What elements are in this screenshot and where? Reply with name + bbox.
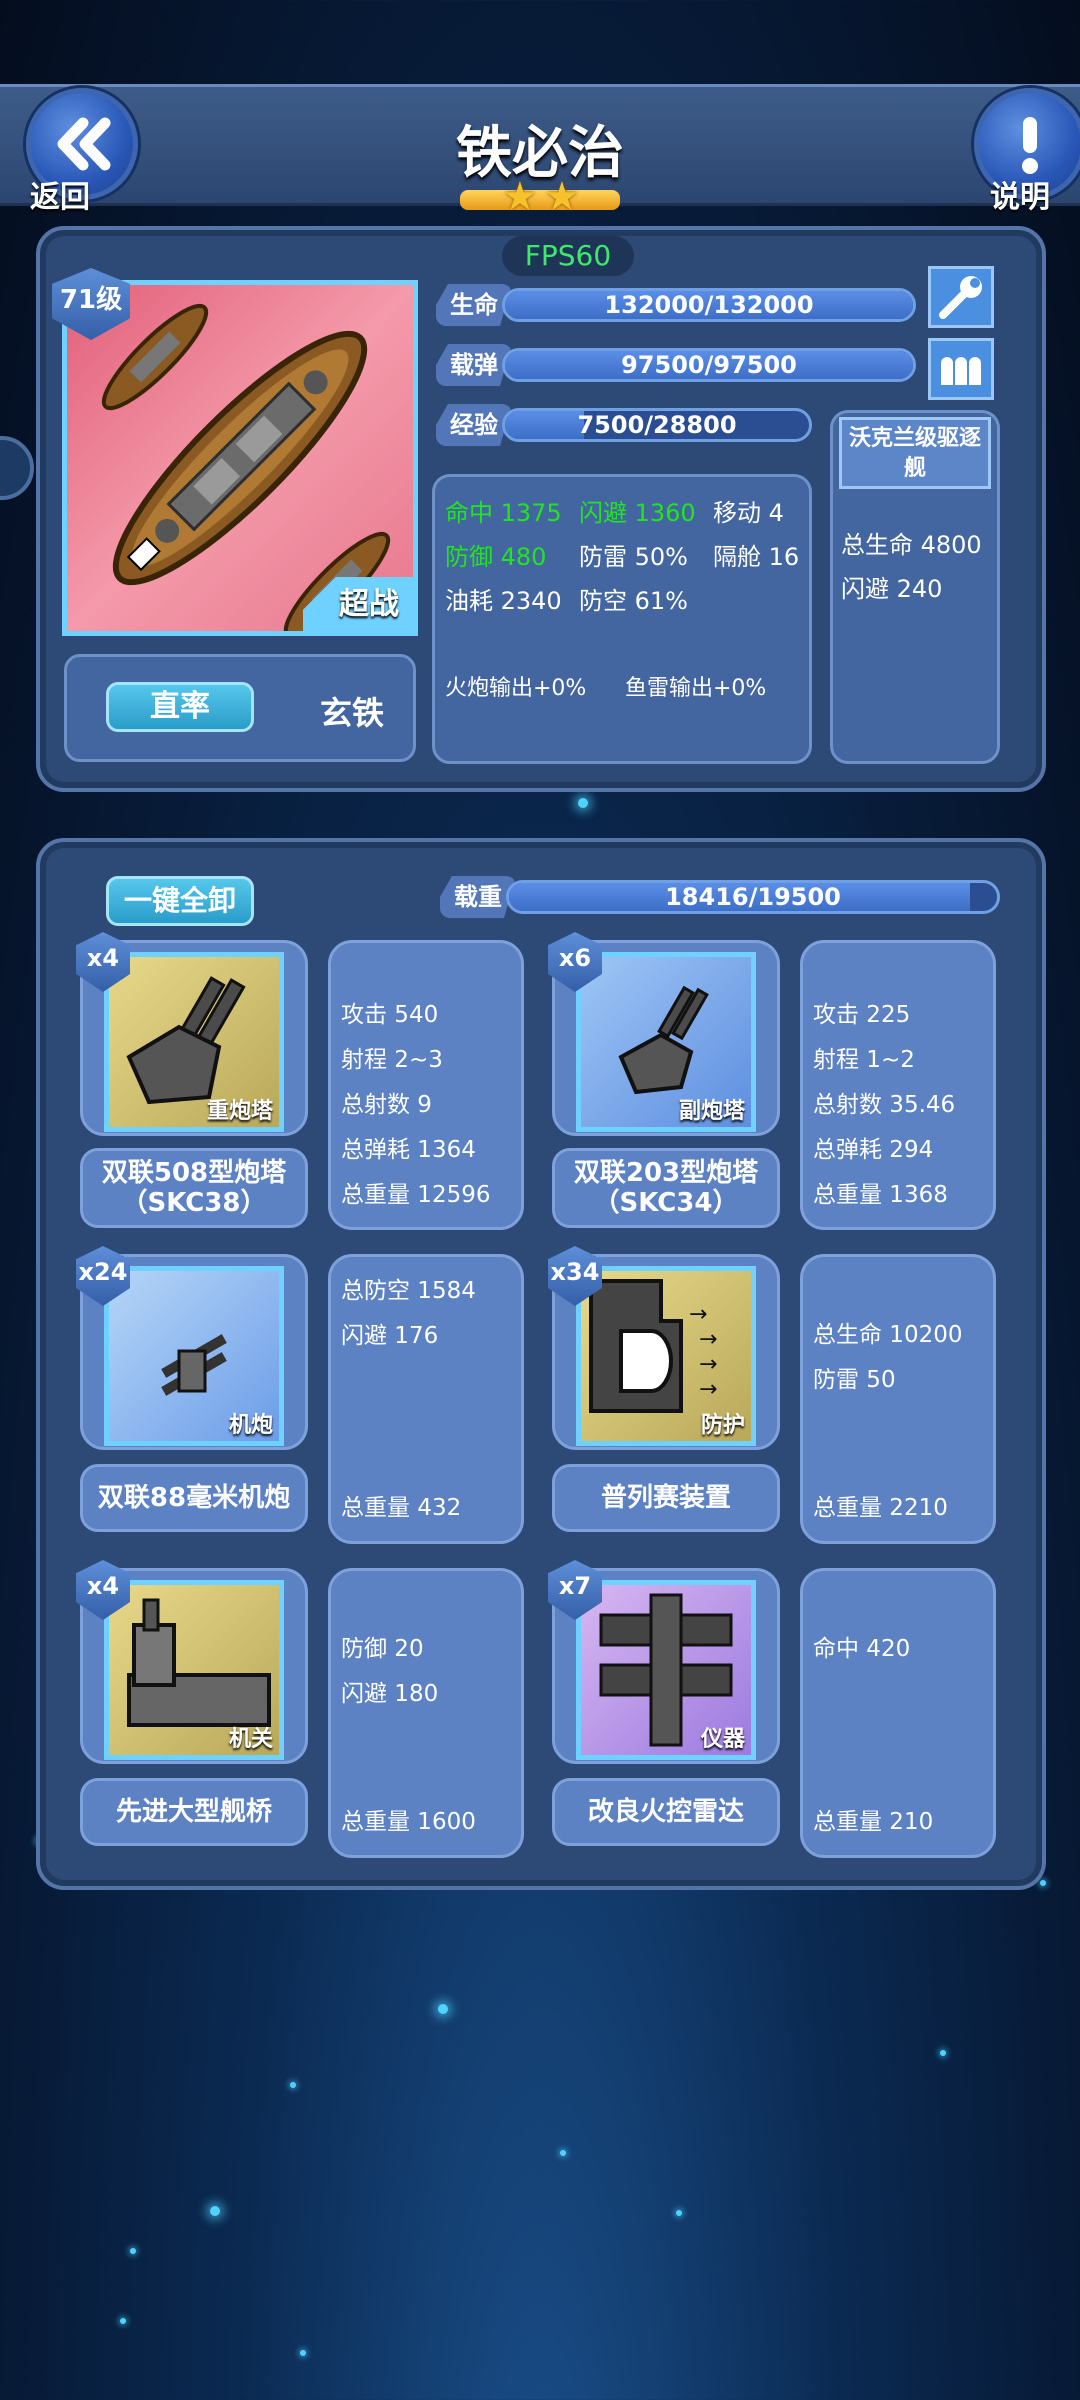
- ammo-label: 载弹: [436, 344, 512, 386]
- exp-bar: 7500/28800: [502, 408, 812, 442]
- item-name: 双联508型炮塔（SKC38）: [80, 1148, 308, 1228]
- equipment-slot[interactable]: 机炮 x24: [76, 1246, 308, 1450]
- stat-anti-air: 防空 61%: [579, 587, 688, 615]
- equipment-slot[interactable]: → → → → 防护 x34: [548, 1246, 780, 1450]
- material-label: 玄铁: [320, 694, 385, 732]
- help-label: 说明: [990, 180, 1050, 215]
- hp-bar: 132000/132000: [502, 288, 916, 322]
- svg-text:→: →: [699, 1327, 717, 1352]
- stat-move: 移动 4: [713, 499, 784, 527]
- item-name: 普列赛装置: [552, 1464, 780, 1532]
- ship-portrait[interactable]: 超战: [62, 280, 418, 636]
- equipment-slot[interactable]: 机关 x4: [76, 1560, 308, 1764]
- hp-bar-row: 生命 132000/132000: [436, 284, 916, 326]
- item-stats-card: 攻击 225 射程 1~2 总射数 35.46 总弹耗 294 总重量 1368: [800, 940, 996, 1230]
- rarity-label: 超战: [339, 587, 399, 622]
- stat-evasion: 闪避 1360: [579, 499, 696, 527]
- escort-box: 沃克兰级驱逐舰 总生命 4800 闪避 240: [830, 410, 1000, 764]
- svg-text:→: →: [689, 1302, 707, 1327]
- escort-name-button[interactable]: 沃克兰级驱逐舰: [839, 417, 991, 489]
- svg-text:→: →: [699, 1377, 717, 1402]
- back-label: 返回: [30, 180, 90, 215]
- hp-label: 生命: [436, 284, 512, 326]
- stat-compartment: 隔舱 16: [713, 543, 800, 571]
- stat-hit: 命中 1375: [445, 499, 562, 527]
- stat-fuel: 油耗 2340: [445, 587, 562, 615]
- aa-gun-image: 机炮: [104, 1266, 284, 1446]
- page-title: 铁必治: [456, 121, 624, 186]
- star-icon: ★: [544, 174, 580, 220]
- stat-defense: 防御 480: [445, 543, 547, 571]
- item-stats-card: 防御 20 闪避 180 总重量 1600: [328, 1568, 524, 1858]
- item-name: 双联203型炮塔（SKC34）: [552, 1148, 780, 1228]
- item-name: 双联88毫米机炮: [80, 1464, 308, 1532]
- escort-hp: 总生命 4800: [841, 531, 982, 559]
- help-button[interactable]: 说明: [960, 88, 1080, 215]
- ammo-button[interactable]: [928, 338, 994, 400]
- hp-value: 132000/132000: [604, 291, 814, 319]
- ammo-bar: 97500/97500: [502, 348, 916, 382]
- capacity-bar: 18416/19500: [506, 880, 1000, 914]
- back-button[interactable]: 返回: [16, 88, 146, 215]
- radar-image: 仪器: [576, 1580, 756, 1760]
- item-stats-card: 攻击 540 射程 2~3 总射数 9 总弹耗 1364 总重量 12596: [328, 940, 524, 1230]
- item-name: 改良火控雷达: [552, 1778, 780, 1846]
- svg-text:→: →: [699, 1352, 717, 1377]
- capacity-row: 载重 18416/19500: [440, 876, 1000, 918]
- star-rating-bar: [460, 190, 620, 210]
- bridge-image: 机关: [104, 1580, 284, 1760]
- stats-box: 命中 1375 闪避 1360 移动 4 防御 480 防雷 50% 隔舱 16…: [432, 474, 812, 764]
- equipment-slot[interactable]: 仪器 x7: [548, 1560, 780, 1764]
- wrench-icon: [939, 276, 982, 319]
- unequip-all-button[interactable]: 一键全卸: [106, 876, 254, 926]
- protection-device-image: → → → → 防护: [576, 1266, 756, 1446]
- shells-icon: [941, 357, 981, 385]
- exp-bar-row: 经验 7500/28800: [436, 404, 812, 446]
- equipment-slot[interactable]: 重炮塔 x4: [76, 932, 308, 1136]
- fps-counter: FPS60: [502, 236, 634, 276]
- torpedo-output: 鱼雷输出+0%: [625, 676, 767, 701]
- ammo-bar-row: 载弹 97500/97500: [436, 344, 916, 386]
- star-rating: ★ ★: [456, 174, 624, 220]
- star-icon: ★: [502, 174, 538, 220]
- escort-evasion: 闪避 240: [841, 575, 943, 603]
- floating-side-button[interactable]: [0, 436, 34, 500]
- ammo-value: 97500/97500: [621, 351, 797, 379]
- wrench-button[interactable]: [928, 266, 994, 328]
- capacity-label: 载重: [440, 876, 516, 918]
- item-stats-card: 总生命 10200 防雷 50 总重量 2210: [800, 1254, 996, 1544]
- item-stats-card: 命中 420 总重量 210: [800, 1568, 996, 1858]
- capacity-value: 18416/19500: [665, 883, 841, 911]
- secondary-turret-image: 副炮塔: [576, 952, 756, 1132]
- exp-label: 经验: [436, 404, 512, 446]
- equipment-slot[interactable]: 副炮塔 x6: [548, 932, 780, 1136]
- gun-output: 火炮输出+0%: [445, 676, 587, 701]
- exp-value: 7500/28800: [577, 411, 737, 439]
- mode-button[interactable]: 直率: [106, 682, 254, 732]
- item-name: 先进大型舰桥: [80, 1778, 308, 1846]
- item-stats-card: 总防空 1584 闪避 176 总重量 432: [328, 1254, 524, 1544]
- main-turret-image: 重炮塔: [104, 952, 284, 1132]
- stat-torpedo-defense: 防雷 50%: [579, 543, 688, 571]
